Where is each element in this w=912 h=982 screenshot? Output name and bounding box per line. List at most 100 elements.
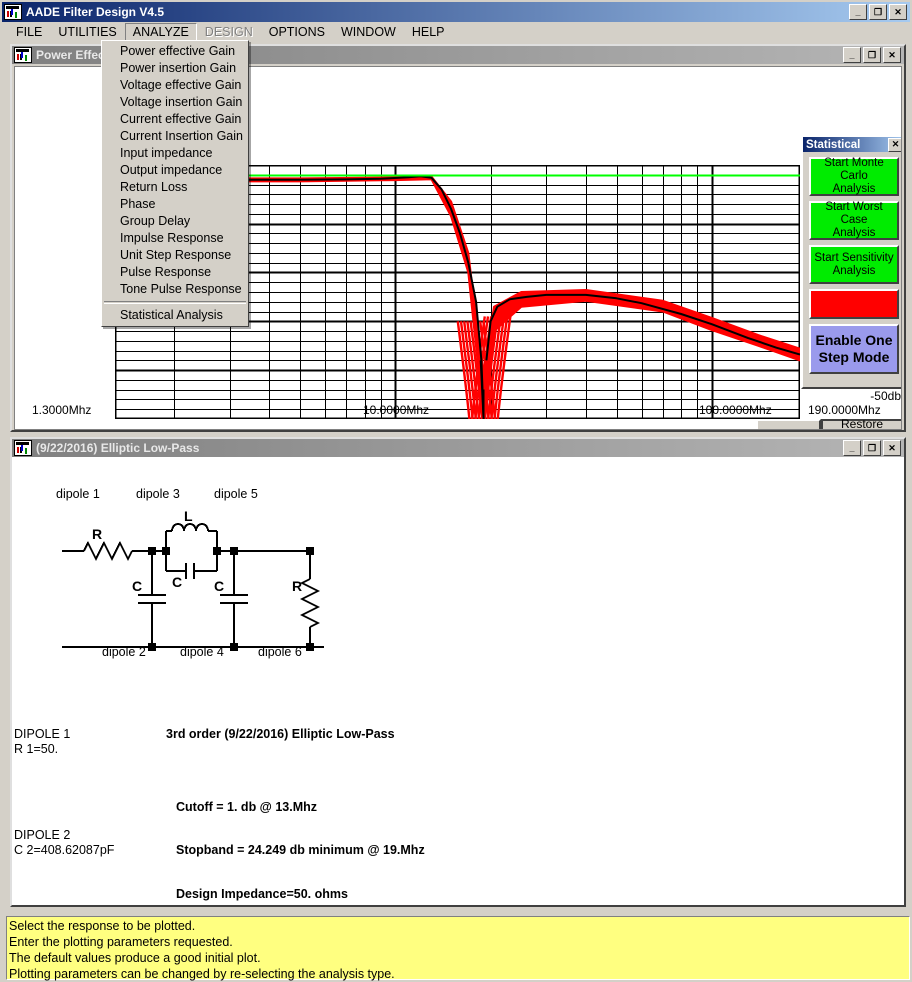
group-header: DIPOLE 2 <box>14 828 71 842</box>
menu-item-current-effective-gain[interactable]: Current effective Gain <box>102 111 248 128</box>
menu-design: DESIGN <box>204 24 253 39</box>
button-line-2: Step Mode <box>818 349 890 365</box>
menu-item-tone-pulse-response[interactable]: Tone Pulse Response <box>102 281 248 298</box>
app-title: AADE Filter Design V4.5 <box>26 5 165 19</box>
component-list: DIPOLE 1R 1=50. DIPOLE 2C 2=408.62087pF … <box>14 698 114 903</box>
schematic-window-buttons: _ ❐ ✕ <box>843 440 902 456</box>
maximize-icon: ❐ <box>873 7 883 17</box>
status-line: Enter the plotting parameters requested. <box>9 935 233 949</box>
specs-title: 3rd order (9/22/2016) Elliptic Low-Pass <box>166 727 395 741</box>
component-group: DIPOLE 1R 1=50. <box>14 727 114 756</box>
menu-item-group-delay[interactable]: Group Delay <box>102 213 248 230</box>
window-icon <box>14 440 32 456</box>
maximize-button[interactable]: ❐ <box>869 4 887 20</box>
filter-specs: 3rd order (9/22/2016) Elliptic Low-Pass … <box>166 698 425 903</box>
menu-bar: FILE UTILITIES ANALYZE DESIGN OPTIONS WI… <box>2 22 910 41</box>
button-line-1: Restore defaults <box>840 416 884 430</box>
menu-file[interactable]: FILE <box>8 23 50 41</box>
menu-analyze[interactable]: ANALYZE <box>124 22 197 41</box>
menu-item-input-impedance[interactable]: Input impedance <box>102 145 248 162</box>
maximize-icon: ❐ <box>867 443 877 453</box>
x-tick-1-3mhz: 1.3000Mhz <box>32 403 92 417</box>
shunt-capacitor-1-label: C <box>132 578 142 594</box>
minimize-icon: _ <box>849 50 855 60</box>
menu-utilities[interactable]: UTILITIES <box>50 23 124 41</box>
menu-item-power-insertion-gain[interactable]: Power insertion Gain <box>102 60 248 77</box>
group-line: C 2=408.62087pF <box>14 842 115 857</box>
shunt-capacitor-2-label: C <box>214 578 224 594</box>
parallel-inductor-label: L <box>184 508 193 524</box>
analyze-dropdown-menu[interactable]: Power effective Gain Power insertion Gain… <box>101 40 249 327</box>
close-icon: ✕ <box>888 50 896 60</box>
minimize-button[interactable]: _ <box>843 47 861 63</box>
maximize-icon: ❐ <box>867 50 877 60</box>
schematic-window-title: (9/22/2016) Elliptic Low-Pass <box>36 441 200 455</box>
x-tick-190mhz: 190.0000Mhz <box>808 403 881 417</box>
menu-item-statistical-analysis[interactable]: Statistical Analysis <box>102 307 248 324</box>
specs-line: Design Impedance=50. ohms <box>176 886 348 901</box>
button-line-1: Start Sensitivity <box>814 251 894 264</box>
menu-item-phase[interactable]: Phase <box>102 196 248 213</box>
close-button[interactable]: ✕ <box>883 47 901 63</box>
menu-options[interactable]: OPTIONS <box>261 23 333 41</box>
button-line-1: Start Worst Case <box>825 201 883 226</box>
menu-separator <box>104 301 246 304</box>
schematic-window: (9/22/2016) Elliptic Low-Pass _ ❐ ✕ dipo… <box>10 437 906 907</box>
menu-item-impulse-response[interactable]: Impulse Response <box>102 230 248 247</box>
start-sensitivity-analysis-button[interactable]: Start Sensitivity Analysis <box>809 245 899 284</box>
minimize-icon: _ <box>855 7 861 17</box>
plot-window-buttons: _ ❐ ✕ <box>843 47 902 63</box>
menu-item-power-effective-gain[interactable]: Power effective Gain <box>102 43 248 60</box>
schematic-window-title-bar: (9/22/2016) Elliptic Low-Pass _ ❐ ✕ <box>12 439 904 457</box>
group-line: R 1=50. <box>14 741 59 756</box>
load-resistor-label: R <box>292 578 302 594</box>
button-line-1: Start Monte Carlo <box>824 157 884 182</box>
stop-button[interactable]: STOP <box>809 289 899 319</box>
maximize-button[interactable]: ❐ <box>863 440 881 456</box>
menu-item-voltage-effective-gain[interactable]: Voltage effective Gain <box>102 77 248 94</box>
start-monte-carlo-analysis-button[interactable]: Start Monte Carlo Analysis <box>809 157 899 196</box>
group-header: DIPOLE 1 <box>14 727 71 741</box>
minimize-button[interactable]: _ <box>843 440 861 456</box>
statistical-panel-title: Statistical <box>806 138 861 151</box>
menu-item-unit-step-response[interactable]: Unit Step Response <box>102 247 248 264</box>
maximize-button[interactable]: ❐ <box>863 47 881 63</box>
menu-window[interactable]: WINDOW <box>333 23 404 41</box>
menu-item-pulse-response[interactable]: Pulse Response <box>102 264 248 281</box>
minimize-button[interactable]: _ <box>849 4 867 20</box>
button-line-2: Analysis <box>832 264 876 277</box>
statistical-panel-close-button[interactable]: ✕ <box>888 137 901 152</box>
add-return-loss-plot-button[interactable]: Add Return Loss Plot <box>756 419 821 429</box>
status-line: Plotting parameters can be changed by re… <box>9 967 395 981</box>
close-button[interactable]: ✕ <box>889 4 907 20</box>
minimize-icon: _ <box>849 443 855 453</box>
status-line: The default values produce a good initia… <box>9 951 261 965</box>
menu-item-current-insertion-gain[interactable]: Current Insertion Gain <box>102 128 248 145</box>
enable-one-step-mode-button[interactable]: Enable One Step Mode <box>809 324 899 374</box>
status-line: Select the response to be plotted. <box>9 919 196 933</box>
application-window: AADE Filter Design V4.5 _ ❐ ✕ FILE UTILI… <box>0 0 912 982</box>
close-icon: ✕ <box>894 7 902 17</box>
button-line-1: Add Return <box>758 428 819 429</box>
status-bar: Select the response to be plotted. Enter… <box>6 916 910 981</box>
schematic-body: dipole 1 dipole 3 dipole 5 dipole 2 dipo… <box>14 459 902 903</box>
button-line-2: Analysis <box>832 183 876 195</box>
close-button[interactable]: ✕ <box>883 440 901 456</box>
main-title-bar: AADE Filter Design V4.5 _ ❐ ✕ <box>2 2 910 22</box>
menu-item-output-impedance[interactable]: Output impedance <box>102 162 248 179</box>
start-worst-case-analysis-button[interactable]: Start Worst Case Analysis <box>809 201 899 240</box>
close-icon: ✕ <box>888 443 896 453</box>
statistical-panel: Statistical ✕ Start Monte Carlo Analysis… <box>801 135 901 389</box>
restore-defaults-button[interactable]: Restore defaults <box>821 416 901 430</box>
specs-line: Cutoff = 1. db @ 13.Mhz <box>176 799 318 814</box>
x-tick-10mhz: 10.0000Mhz <box>363 403 430 417</box>
window-icon <box>14 47 32 63</box>
menu-help[interactable]: HELP <box>404 23 453 41</box>
menu-item-return-loss[interactable]: Return Loss <box>102 179 248 196</box>
menu-item-voltage-insertion-gain[interactable]: Voltage insertion Gain <box>102 94 248 111</box>
y-tick-minus50db: -50db <box>870 389 901 403</box>
circuit-schematic: R L C C C R <box>62 508 324 651</box>
app-icon <box>4 4 22 20</box>
button-line-2: Analysis <box>832 227 876 239</box>
main-window-buttons: _ ❐ ✕ <box>849 4 908 20</box>
